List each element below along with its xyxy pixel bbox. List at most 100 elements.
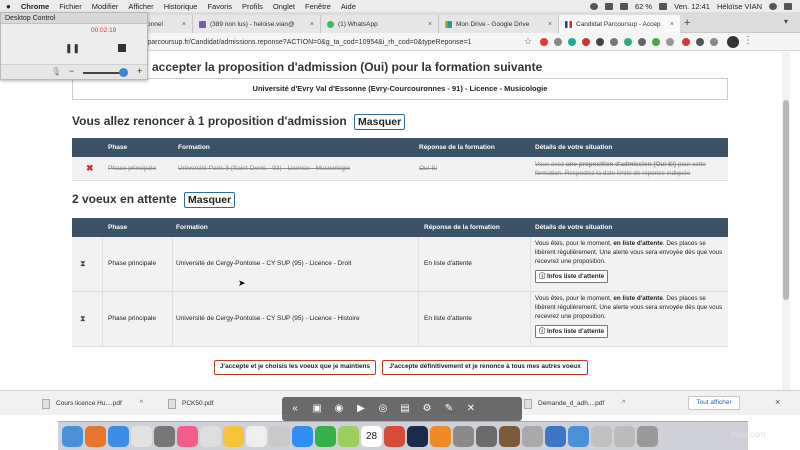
- extension-icon[interactable]: [666, 38, 674, 46]
- address-bar[interactable]: el.parcoursup.fr/Candidat/admissions.rep…: [140, 36, 520, 49]
- infos-liste-attente-button[interactable]: ⓘ Infos liste d'attente: [535, 325, 609, 338]
- menu-chrome[interactable]: Chrome: [21, 2, 49, 11]
- chevron-up-icon[interactable]: ^: [140, 396, 143, 412]
- photoshop-icon[interactable]: [407, 425, 428, 447]
- reminders-icon[interactable]: [246, 425, 267, 447]
- infos-liste-attente-button[interactable]: ⓘ Infos liste d'attente: [535, 270, 609, 283]
- tab-parcoursup[interactable]: Candidat Parcoursup - Accep ×: [558, 15, 680, 33]
- menubar-status-icon[interactable]: [589, 2, 598, 10]
- acrobat-icon[interactable]: [384, 425, 405, 447]
- pinterest-extension-icon[interactable]: [540, 38, 548, 46]
- gear-icon[interactable]: ⚙: [418, 401, 436, 417]
- extension-icon[interactable]: [610, 38, 618, 46]
- search-icon[interactable]: [769, 2, 777, 10]
- download-item[interactable]: PCK50.pdf: [168, 396, 213, 412]
- photos-icon[interactable]: [223, 425, 244, 447]
- tab-google-drive[interactable]: Mon Drive - Google Drive ×: [438, 15, 558, 33]
- new-tab-plus-icon[interactable]: +: [684, 17, 690, 29]
- trash-icon[interactable]: [637, 425, 658, 447]
- mail-icon[interactable]: [269, 425, 290, 447]
- close-icon[interactable]: ×: [775, 397, 780, 407]
- music-icon[interactable]: [177, 425, 198, 447]
- stop-icon[interactable]: [118, 44, 126, 52]
- tab-mail[interactable]: (389 non lus) - heloise.vian@ ×: [192, 15, 320, 33]
- tool-icon[interactable]: [499, 425, 520, 447]
- tab-whatsapp[interactable]: (1) WhatsApp ×: [320, 15, 438, 33]
- chevron-up-icon[interactable]: ^: [622, 396, 625, 412]
- menubar-user[interactable]: Héloïse VIAN: [717, 2, 762, 11]
- wifi-icon[interactable]: [604, 2, 613, 10]
- safari-icon[interactable]: [108, 425, 129, 447]
- extension-icon[interactable]: [696, 38, 704, 46]
- pen-icon[interactable]: ✎: [440, 401, 458, 417]
- accept-renounce-all-button[interactable]: J'accepte définitivement et je renonce à…: [382, 360, 588, 375]
- menu-fenetre[interactable]: Fenêtre: [305, 2, 331, 11]
- camera-icon[interactable]: ◉: [330, 401, 348, 417]
- close-icon[interactable]: ✕: [462, 401, 480, 417]
- volume-up-icon[interactable]: +: [137, 66, 142, 76]
- page-scrollbar[interactable]: [782, 52, 790, 390]
- notification-icon[interactable]: [784, 2, 792, 10]
- tout-afficher-button[interactable]: Tout afficher: [688, 396, 740, 410]
- menu-onglet[interactable]: Onglet: [273, 2, 295, 11]
- extension-icon[interactable]: [682, 38, 690, 46]
- extension-icon[interactable]: [710, 38, 718, 46]
- finder-icon[interactable]: [62, 425, 83, 447]
- folder-dock-icon[interactable]: [568, 425, 589, 447]
- firefox-icon[interactable]: [85, 425, 106, 447]
- volume-down-icon[interactable]: −: [69, 66, 74, 76]
- extension-icon[interactable]: [568, 38, 576, 46]
- extension-icon[interactable]: [638, 38, 646, 46]
- app-icon[interactable]: [522, 425, 543, 447]
- volume-slider-knob[interactable]: [118, 68, 128, 77]
- scrollbar-thumb[interactable]: [783, 100, 789, 300]
- extension-icon[interactable]: [582, 38, 590, 46]
- extension-icon[interactable]: [596, 38, 604, 46]
- system-preferences-icon[interactable]: [200, 425, 221, 447]
- word-icon[interactable]: [545, 425, 566, 447]
- video-camera-icon[interactable]: ▶: [352, 401, 370, 417]
- calendar-icon[interactable]: 28: [361, 425, 382, 447]
- menu-fichier[interactable]: Fichier: [59, 2, 82, 11]
- app-store-icon[interactable]: [292, 425, 313, 447]
- vlc-icon[interactable]: [430, 425, 451, 447]
- broadcast-icon[interactable]: ◎: [374, 401, 392, 417]
- facetime-icon[interactable]: [338, 425, 359, 447]
- close-icon[interactable]: ×: [544, 21, 552, 28]
- launchpad-icon[interactable]: [154, 425, 175, 447]
- download-item[interactable]: Cours licence Hu....pdf ^: [42, 396, 143, 412]
- downloads-icon[interactable]: [614, 425, 635, 447]
- close-icon[interactable]: ×: [306, 21, 314, 28]
- chrome-icon[interactable]: [131, 425, 152, 447]
- pause-icon[interactable]: ❚❚: [65, 43, 80, 54]
- close-icon[interactable]: ×: [666, 21, 674, 28]
- more-menu-icon[interactable]: ⋮: [743, 35, 753, 46]
- volume-icon[interactable]: [619, 2, 628, 10]
- folder-icon[interactable]: ▤: [396, 401, 414, 417]
- messages-icon[interactable]: [315, 425, 336, 447]
- menu-favoris[interactable]: Favoris: [207, 2, 232, 11]
- apple-menu-icon[interactable]: ●: [6, 2, 11, 11]
- masquer-button[interactable]: Masquer: [184, 192, 236, 208]
- tab-search-chevron-icon[interactable]: ▾: [784, 17, 788, 26]
- collapse-icon[interactable]: «: [286, 401, 304, 417]
- battery-icon[interactable]: [659, 2, 668, 10]
- documents-icon[interactable]: [591, 425, 612, 447]
- utility-icon[interactable]: [476, 425, 497, 447]
- battery-label[interactable]: 62 %: [635, 2, 652, 11]
- close-icon[interactable]: ×: [424, 21, 432, 28]
- menubar-clock[interactable]: Ven. 12:41: [674, 2, 710, 11]
- download-item[interactable]: Demande_d_adh....pdf ^: [524, 396, 625, 412]
- menu-profils[interactable]: Profils: [242, 2, 263, 11]
- extension-icon[interactable]: [624, 38, 632, 46]
- close-icon[interactable]: ×: [178, 21, 186, 28]
- microphone-icon[interactable]: 🎙: [51, 67, 61, 76]
- menu-modifier[interactable]: Modifier: [92, 2, 119, 11]
- extension-icon[interactable]: [652, 38, 660, 46]
- menu-historique[interactable]: Historique: [164, 2, 198, 11]
- profile-avatar[interactable]: [727, 36, 739, 48]
- accept-keep-wishes-button[interactable]: J'accepte et je choisis les voeux que je…: [214, 360, 376, 375]
- menu-aide[interactable]: Aide: [341, 2, 356, 11]
- menu-afficher[interactable]: Afficher: [128, 2, 153, 11]
- extension-icon[interactable]: [554, 38, 562, 46]
